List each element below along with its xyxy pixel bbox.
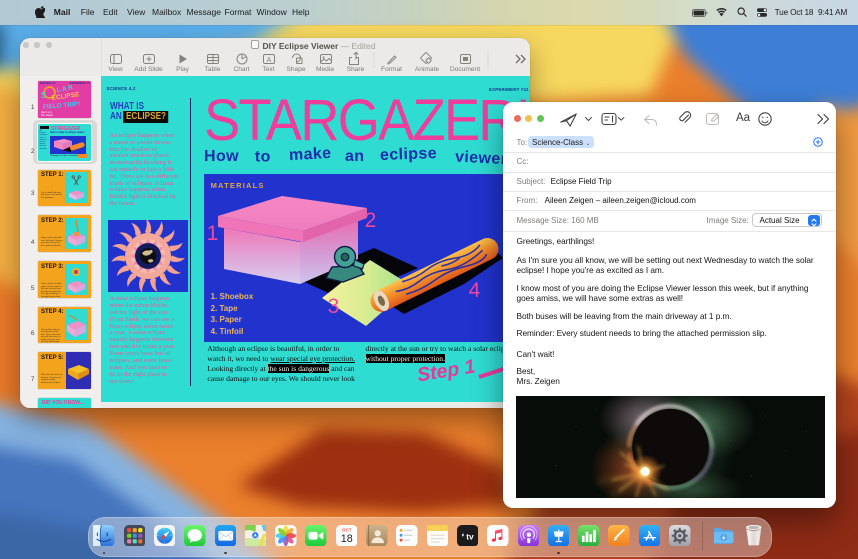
svg-text:tv: tv bbox=[466, 531, 474, 541]
svg-text:18: 18 bbox=[340, 533, 352, 545]
svg-text:S: S bbox=[41, 91, 47, 100]
svg-text:OCT: OCT bbox=[342, 527, 352, 532]
svg-text:FIELD TRIP!: FIELD TRIP! bbox=[43, 101, 81, 111]
svg-text:A: A bbox=[266, 57, 271, 64]
